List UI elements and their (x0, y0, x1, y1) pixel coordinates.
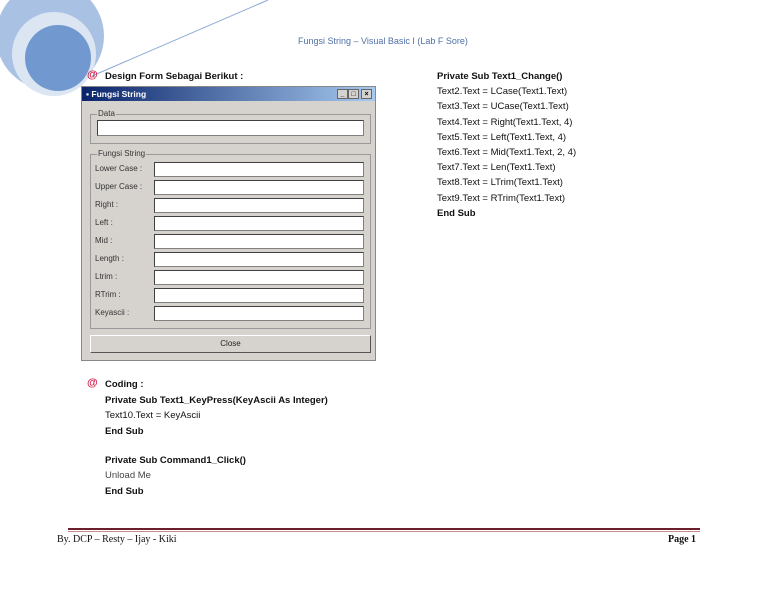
fungsi-string-group: Fungsi String Lower Case : Upper Case : … (90, 149, 371, 329)
close-button[interactable]: Close (90, 335, 371, 353)
field-label: Upper Case : (95, 182, 143, 191)
field-input[interactable] (154, 162, 364, 177)
code-line: Text9.Text = RTrim(Text1.Text) (437, 192, 566, 204)
bullet-icon: @ (87, 69, 98, 81)
code-line: Text10.Text = KeyAscii (105, 410, 201, 421)
field-label: Left : (95, 218, 113, 227)
field-input[interactable] (154, 216, 364, 231)
code-line: Unload Me (105, 470, 151, 481)
code-line: End Sub (105, 486, 144, 497)
field-input[interactable] (154, 180, 364, 195)
footer-divider (68, 528, 700, 530)
code-line: End Sub (437, 207, 476, 219)
minimize-button[interactable]: _ (337, 89, 348, 99)
maximize-button[interactable]: □ (348, 89, 359, 99)
field-input[interactable] (154, 252, 364, 267)
field-label: Length : (95, 254, 124, 263)
footer-authors: By. DCP – Resty – Ijay - Kiki (57, 534, 177, 545)
field-input[interactable] (154, 288, 364, 303)
code-line: Text4.Text = Right(Text1.Text, 4) (437, 116, 573, 128)
field-input[interactable] (154, 198, 364, 213)
coding-heading: Coding : (105, 379, 144, 390)
vb-form-window: ▪ Fungsi String _ □ × Data Fungsi String… (81, 86, 376, 361)
code-line: Private Sub Text1_KeyPress(KeyAscii As I… (105, 395, 328, 406)
data-group: Data (90, 109, 371, 144)
code-line: Text6.Text = Mid(Text1.Text, 2, 4) (437, 147, 577, 158)
app-icon: ▪ (86, 89, 90, 99)
field-label: Mid : (95, 236, 113, 245)
section-heading: Design Form Sebagai Berikut : (105, 71, 244, 82)
code-line: End Sub (105, 426, 144, 437)
field-label: Right : (95, 200, 119, 209)
code-line: Text5.Text = Left(Text1.Text, 4) (437, 131, 567, 143)
field-label: RTrim : (95, 290, 121, 299)
fungsi-string-group-label: Fungsi String (97, 149, 147, 158)
decorative-circles (0, 0, 269, 96)
footer-divider-thin (68, 531, 700, 532)
bullet-icon: @ (87, 377, 98, 389)
code-line: Private Sub Command1_Click() (105, 455, 246, 466)
field-input[interactable] (154, 234, 364, 249)
field-input[interactable] (154, 270, 364, 285)
page-number: Page 1 (668, 534, 697, 545)
window-title-bar: ▪ Fungsi String _ □ × (82, 87, 375, 101)
code-line: Text8.Text = LTrim(Text1.Text) (437, 177, 563, 189)
field-input[interactable] (154, 306, 364, 321)
field-label: Keyascii : (95, 308, 130, 317)
data-input[interactable] (97, 120, 364, 136)
code-line: Text2.Text = LCase(Text1.Text) (437, 86, 568, 98)
code-line: Private Sub Text1_Change() (437, 71, 563, 82)
field-label: Lower Case : (95, 164, 143, 173)
code-line: Text3.Text = UCase(Text1.Text) (437, 101, 569, 113)
data-group-label: Data (97, 109, 116, 118)
close-window-button[interactable]: × (361, 89, 372, 99)
code-line: Text7.Text = Len(Text1.Text) (437, 162, 556, 174)
page-header: Fungsi String – Visual Basic I (Lab F So… (298, 36, 468, 46)
window-title: Fungsi String (91, 89, 147, 99)
field-label: Ltrim : (95, 272, 118, 281)
